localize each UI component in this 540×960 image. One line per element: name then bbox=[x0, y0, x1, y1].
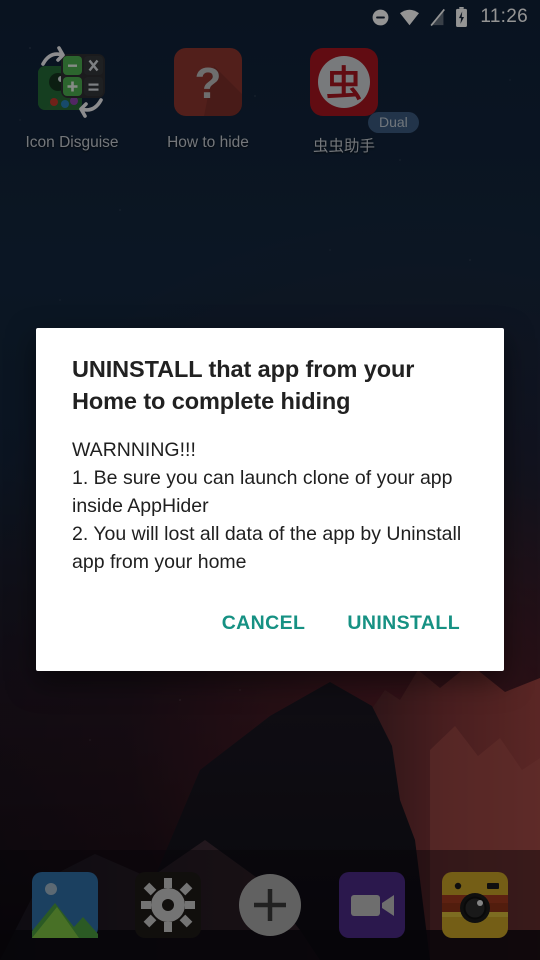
phone-screen: 11:26 Icon Disguise ? How to hide 虫 Dual… bbox=[0, 0, 540, 960]
dialog-title: UNINSTALL that app from your Home to com… bbox=[72, 356, 415, 414]
uninstall-button[interactable]: UNINSTALL bbox=[333, 602, 474, 645]
uninstall-dialog: UNINSTALL that app from your Home to com… bbox=[36, 328, 504, 672]
cancel-button[interactable]: CANCEL bbox=[208, 602, 320, 645]
dialog-actions: CANCEL UNINSTALL bbox=[60, 602, 480, 663]
dialog-message: WARNNING!!! 1. Be sure you can launch cl… bbox=[72, 438, 462, 574]
